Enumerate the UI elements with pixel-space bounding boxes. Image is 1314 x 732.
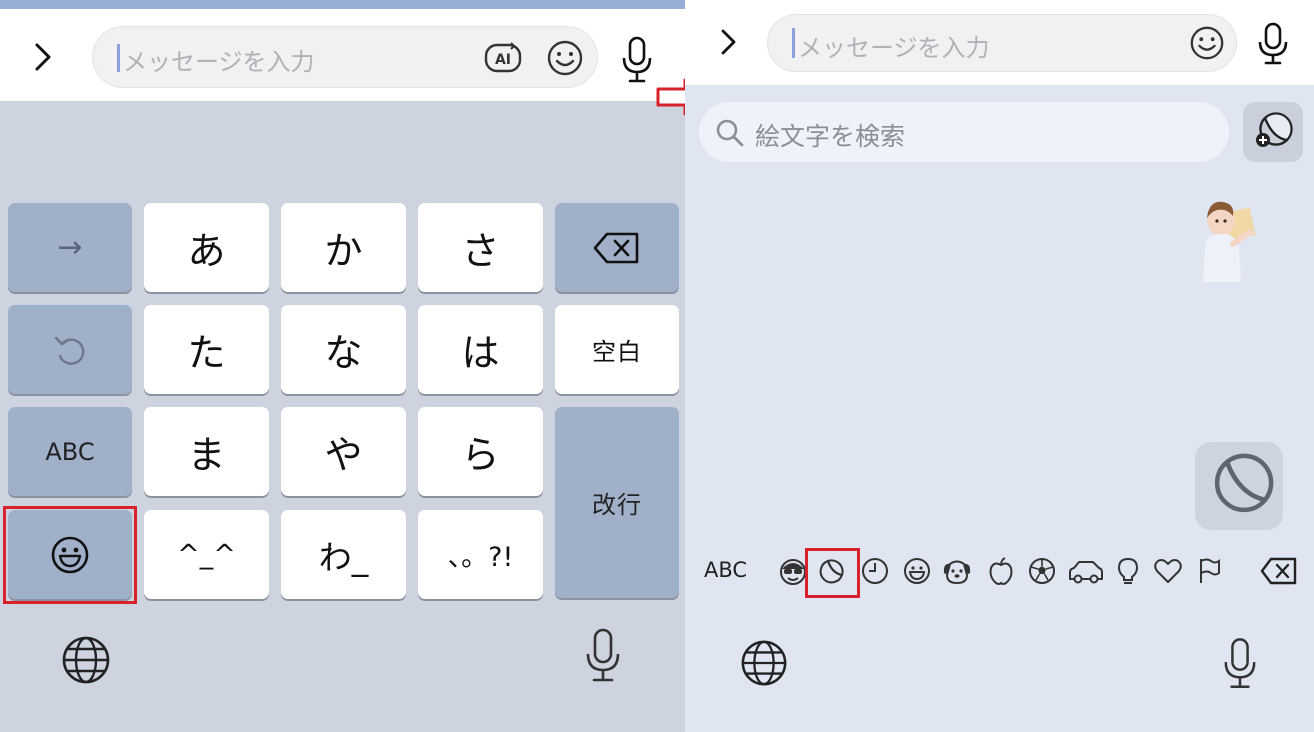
backspace-icon (593, 232, 639, 263)
microphone-icon[interactable] (620, 36, 654, 84)
category-abc-button[interactable]: ABC (704, 558, 747, 582)
sticker-icon (1214, 453, 1274, 513)
message-input[interactable]: メッセージを入力 AI (92, 26, 598, 88)
key-backspace[interactable] (555, 203, 679, 292)
emoji-search-placeholder: 絵文字を検索 (755, 122, 906, 151)
left-panel-keyboard: メッセージを入力 AI → あ か さ た な は 空白 ABC ま や ら 改… (0, 0, 685, 732)
message-input-placeholder: メッセージを入力 (123, 48, 315, 76)
key-undo[interactable] (8, 305, 132, 394)
recent-photo-sticker[interactable] (1197, 192, 1257, 284)
key-ta-label: た (187, 331, 226, 375)
lightbulb-icon[interactable] (1112, 555, 1144, 587)
sticker-tab-highlight (805, 548, 860, 598)
add-sticker-button[interactable] (1243, 102, 1303, 162)
emoji-smile-icon[interactable] (545, 38, 585, 78)
globe-icon[interactable] (60, 634, 112, 686)
flag-icon[interactable] (1193, 555, 1225, 587)
key-kaomoji-label: ^_^ (177, 539, 236, 570)
key-a[interactable]: あ (144, 203, 269, 292)
text-caret (117, 44, 120, 72)
key-abc-label: ABC (45, 437, 95, 466)
message-bar: メッセージを入力 AI (0, 9, 685, 101)
key-space[interactable]: 空白 (555, 305, 679, 394)
smiley-icon[interactable] (901, 555, 933, 587)
dictation-microphone-icon[interactable] (584, 628, 622, 684)
emoji-search-field[interactable]: 絵文字を検索 (699, 102, 1229, 162)
key-punctuation-label: 、。?! (447, 542, 514, 573)
emoji-category-bar: ABC (685, 548, 1314, 596)
key-na[interactable]: な (281, 305, 406, 394)
key-ra-label: ら (461, 433, 500, 477)
apple-icon[interactable] (985, 555, 1017, 587)
key-ra[interactable]: ら (418, 407, 543, 496)
ai-icon-label: AI (495, 52, 511, 68)
top-strip (0, 0, 685, 9)
key-ma-label: ま (187, 433, 226, 477)
clock-icon[interactable] (859, 555, 891, 587)
heart-icon[interactable] (1152, 555, 1184, 587)
key-a-label: あ (187, 229, 226, 273)
key-punctuation[interactable]: 、。?! (418, 510, 543, 599)
key-kaomoji[interactable]: ^_^ (144, 510, 269, 599)
key-abc[interactable]: ABC (8, 407, 132, 496)
key-arrow-label: → (57, 230, 83, 265)
emoji-smile-icon[interactable] (1188, 24, 1226, 62)
dictation-microphone-icon[interactable] (1222, 637, 1258, 691)
key-ya-label: や (324, 433, 363, 477)
key-ya[interactable]: や (281, 407, 406, 496)
emoji-key-highlight (3, 506, 137, 604)
message-input[interactable]: メッセージを入力 (767, 14, 1237, 72)
sticker-placeholder[interactable] (1195, 442, 1283, 530)
japanese-keyboard: → あ か さ た な は 空白 ABC ま や ら 改行 ^_^ わ_ 、。?… (0, 101, 685, 732)
search-icon (716, 119, 744, 147)
ai-icon[interactable]: AI (483, 40, 523, 76)
message-input-placeholder: メッセージを入力 (798, 34, 990, 62)
key-enter-label: 改行 (592, 491, 642, 519)
microphone-icon[interactable] (1256, 22, 1290, 66)
key-space-label: 空白 (592, 338, 642, 366)
globe-icon[interactable] (739, 638, 789, 688)
key-wa[interactable]: わ_ (281, 510, 406, 599)
undo-icon (54, 336, 85, 365)
message-bar: メッセージを入力 (685, 0, 1314, 85)
soccer-ball-icon[interactable] (1026, 555, 1058, 587)
key-wa-label: わ_ (318, 537, 369, 577)
dog-icon[interactable] (941, 555, 973, 587)
sticker-add-icon (1256, 112, 1293, 147)
key-sa[interactable]: さ (418, 203, 543, 292)
key-ha-label: は (461, 331, 500, 375)
key-next-arrow[interactable]: → (8, 203, 132, 292)
key-enter[interactable]: 改行 (555, 407, 679, 598)
backspace-icon[interactable] (1260, 555, 1298, 587)
key-ha[interactable]: は (418, 305, 543, 394)
key-ta[interactable]: た (144, 305, 269, 394)
key-ma[interactable]: ま (144, 407, 269, 496)
chevron-right-icon[interactable] (715, 24, 741, 60)
key-ka[interactable]: か (281, 203, 406, 292)
right-panel-emoji-keyboard: メッセージを入力 絵文字を検索 ABC (685, 0, 1314, 732)
text-caret (792, 28, 795, 58)
key-sa-label: さ (461, 229, 500, 273)
car-icon[interactable] (1067, 555, 1105, 587)
key-na-label: な (324, 331, 363, 375)
key-ka-label: か (324, 229, 363, 273)
chevron-right-icon[interactable] (28, 37, 58, 77)
